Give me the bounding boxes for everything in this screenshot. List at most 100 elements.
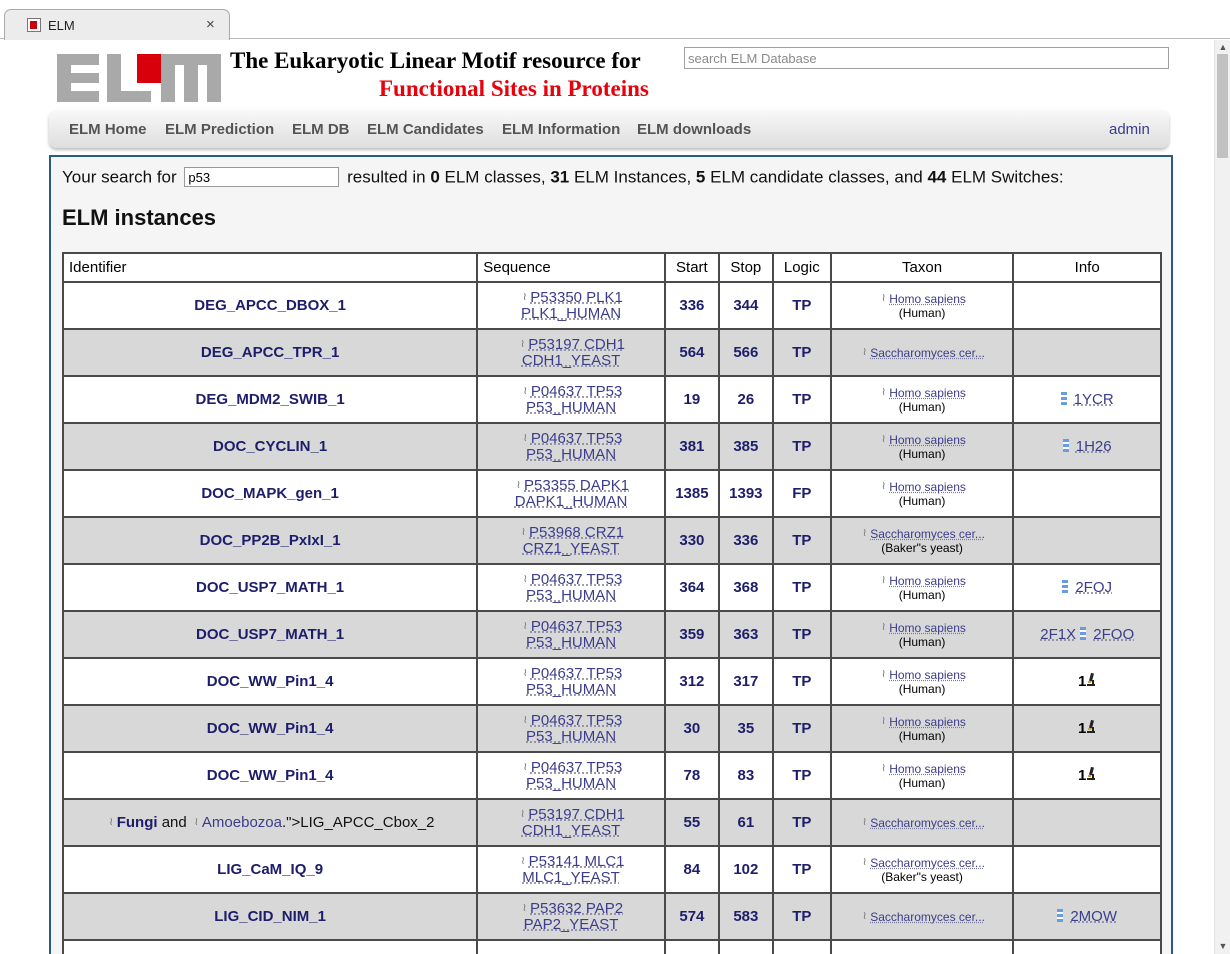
- uniprot-link[interactable]: P53141 MLC1: [529, 853, 625, 870]
- pdb-link[interactable]: 1H26: [1076, 438, 1112, 455]
- species-link[interactable]: Saccharomyces cer...: [870, 856, 985, 870]
- identifier-link[interactable]: DOC_USP7_MATH_1: [196, 579, 344, 596]
- identifier-link[interactable]: DOC_CYCLIN_1: [213, 438, 327, 455]
- identifier-cell[interactable]: DOC_PP2B_PxIxI_1: [61, 516, 479, 565]
- sequence-cell[interactable]: ≀ P53632 PAP2 PAP2_YEAST: [476, 892, 666, 941]
- col-header-start[interactable]: Start: [663, 252, 720, 283]
- sequence-cell[interactable]: ≀ P04637 TP53 P53_HUMAN: [476, 657, 666, 706]
- identifier-cell[interactable]: LIG_CID_NIM_1: [61, 892, 479, 941]
- uniprot-link[interactable]: P53968 CRZ1: [529, 524, 624, 541]
- col-header-stop[interactable]: Stop: [717, 252, 774, 283]
- identifier-link[interactable]: LIG_CID_NIM_1: [214, 908, 326, 925]
- identifier-link[interactable]: DEG_MDM2_SWIB_1: [196, 391, 345, 408]
- sequence-cell[interactable]: ≀ P04637 TP53 P53_HUMAN: [476, 704, 666, 753]
- sequence-cell[interactable]: ≀P53309 YAR1802: [476, 939, 666, 954]
- elm-logo[interactable]: [57, 54, 221, 102]
- species-link[interactable]: Homo sapiens: [889, 292, 966, 306]
- identifier-link[interactable]: LIG_CaM_IQ_9: [217, 861, 323, 878]
- uniprot-name-link[interactable]: P53_HUMAN: [526, 634, 616, 651]
- identifier-cell[interactable]: DEG_APCC_TPR_1: [61, 328, 479, 377]
- uniprot-link[interactable]: P53197 CDH1: [528, 806, 625, 823]
- uniprot-name-link[interactable]: PLK1_HUMAN: [521, 305, 621, 322]
- identifier-cell[interactable]: DOC_MAPK_gen_1: [61, 469, 479, 518]
- query-input[interactable]: [184, 167, 340, 187]
- uniprot-name-link[interactable]: P53_HUMAN: [526, 587, 616, 604]
- uniprot-name-link[interactable]: CDH1_YEAST: [522, 822, 620, 839]
- vertical-scrollbar[interactable]: ▲ ▼: [1214, 40, 1230, 954]
- identifier-link[interactable]: DEG_APCC_DBOX_1: [194, 297, 346, 314]
- species-link[interactable]: Homo sapiens: [889, 621, 966, 635]
- species-link[interactable]: Homo sapiens: [889, 386, 966, 400]
- species-link[interactable]: Saccharomyces cer...: [870, 346, 985, 360]
- uniprot-name-link[interactable]: P53_HUMAN: [526, 399, 616, 416]
- pdb-link[interactable]: 1YCR: [1074, 391, 1114, 408]
- col-header-taxon[interactable]: Taxon: [829, 252, 1015, 283]
- uniprot-name-link[interactable]: P53_HUMAN: [526, 775, 616, 792]
- nav-elm-db[interactable]: ELM DB: [292, 121, 350, 138]
- sequence-cell[interactable]: ≀ P04637 TP53 P53_HUMAN: [476, 610, 666, 659]
- taxon-link[interactable]: Fungi: [117, 814, 158, 831]
- identifier-link[interactable]: DOC_WW_Pin1_4: [207, 767, 334, 784]
- uniprot-link[interactable]: P04637 TP53: [531, 571, 622, 588]
- species-link[interactable]: Homo sapiens: [889, 574, 966, 588]
- browser-tab[interactable]: ELM ×: [4, 9, 230, 40]
- species-link[interactable]: Saccharomyces cer...: [870, 816, 985, 830]
- identifier-link[interactable]: DOC_USP7_MATH_1: [196, 626, 344, 643]
- species-link[interactable]: Homo sapiens: [889, 762, 966, 776]
- pdb-link[interactable]: 2FOO: [1093, 626, 1134, 643]
- sequence-cell[interactable]: ≀ P04637 TP53 P53_HUMAN: [476, 422, 666, 471]
- sequence-cell[interactable]: ≀ P04637 TP53 P53_HUMAN: [476, 375, 666, 424]
- scroll-thumb[interactable]: [1217, 54, 1228, 158]
- identifier-cell[interactable]: DOC_USP7_MATH_1: [61, 610, 479, 659]
- identifier-cell[interactable]: DOC_USP7_MATH_1: [61, 563, 479, 612]
- uniprot-name-link[interactable]: DAPK1_HUMAN: [515, 493, 628, 510]
- uniprot-link[interactable]: P04637 TP53: [531, 712, 622, 729]
- nav-admin[interactable]: admin: [1109, 121, 1150, 138]
- species-link[interactable]: Saccharomyces cer...: [870, 527, 985, 541]
- identifier-link[interactable]: DEG_APCC_TPR_1: [201, 344, 339, 361]
- sequence-cell[interactable]: ≀ P53141 MLC1 MLC1_YEAST: [476, 845, 666, 894]
- uniprot-name-link[interactable]: P53_HUMAN: [526, 446, 616, 463]
- scroll-up-arrow-icon[interactable]: ▲: [1218, 42, 1228, 52]
- uniprot-link[interactable]: P04637 TP53: [531, 618, 622, 635]
- uniprot-name-link[interactable]: P53_HUMAN: [526, 681, 616, 698]
- uniprot-link[interactable]: P53350 PLK1: [530, 289, 623, 306]
- scroll-down-arrow-icon[interactable]: ▼: [1218, 941, 1228, 951]
- uniprot-name-link[interactable]: PAP2_YEAST: [524, 916, 619, 933]
- sequence-cell[interactable]: ≀ P53197 CDH1 CDH1_YEAST: [476, 328, 666, 377]
- col-header-info[interactable]: Info: [1012, 252, 1162, 283]
- species-link[interactable]: Saccharomyces cer...: [870, 910, 985, 924]
- identifier-cell[interactable]: ≀ Fungi and ≀ Amoebozoa.">LIG_APCC_Cbox_2: [61, 798, 479, 847]
- identifier-cell[interactable]: DOC_WW_Pin1_4: [61, 657, 479, 706]
- uniprot-link[interactable]: P04637 TP53: [531, 665, 622, 682]
- identifier-cell[interactable]: DEG_APCC_DBOX_1: [61, 281, 479, 330]
- nav-elm-candidates[interactable]: ELM Candidates: [367, 121, 484, 138]
- sequence-cell[interactable]: ≀ P04637 TP53 P53_HUMAN: [476, 563, 666, 612]
- uniprot-link[interactable]: P53632 PAP2: [530, 900, 623, 917]
- identifier-cell[interactable]: [61, 939, 479, 954]
- uniprot-link[interactable]: P53355 DAPK1: [524, 477, 629, 494]
- uniprot-name-link[interactable]: MLC1_YEAST: [522, 869, 620, 886]
- species-link[interactable]: Homo sapiens: [889, 480, 966, 494]
- search-input[interactable]: [684, 47, 1169, 69]
- identifier-cell[interactable]: LIG_CaM_IQ_9: [61, 845, 479, 894]
- sequence-cell[interactable]: ≀ P53968 CRZ1 CRZ1_YEAST: [476, 516, 666, 565]
- identifier-cell[interactable]: DOC_CYCLIN_1: [61, 422, 479, 471]
- identifier-cell[interactable]: DEG_MDM2_SWIB_1: [61, 375, 479, 424]
- sequence-cell[interactable]: ≀ P53350 PLK1 PLK1_HUMAN: [476, 281, 666, 330]
- uniprot-name-link[interactable]: CDH1_YEAST: [522, 352, 620, 369]
- uniprot-name-link[interactable]: CRZ1_YEAST: [523, 540, 620, 557]
- pdb-link[interactable]: 2FOJ: [1075, 579, 1112, 596]
- uniprot-link[interactable]: P04637 TP53: [531, 759, 622, 776]
- nav-elm-home[interactable]: ELM Home: [69, 121, 147, 138]
- col-header-sequence[interactable]: Sequence: [476, 252, 666, 283]
- sequence-cell[interactable]: ≀ P53197 CDH1 CDH1_YEAST: [476, 798, 666, 847]
- identifier-link[interactable]: DOC_WW_Pin1_4: [207, 673, 334, 690]
- sequence-cell[interactable]: ≀ P53355 DAPK1 DAPK1_HUMAN: [476, 469, 666, 518]
- nav-elm-prediction[interactable]: ELM Prediction: [165, 121, 274, 138]
- uniprot-link[interactable]: P04637 TP53: [531, 430, 622, 447]
- identifier-cell[interactable]: DOC_WW_Pin1_4: [61, 704, 479, 753]
- sequence-cell[interactable]: ≀ P04637 TP53 P53_HUMAN: [476, 751, 666, 800]
- uniprot-link[interactable]: P53197 CDH1: [528, 336, 625, 353]
- uniprot-name-link[interactable]: P53_HUMAN: [526, 728, 616, 745]
